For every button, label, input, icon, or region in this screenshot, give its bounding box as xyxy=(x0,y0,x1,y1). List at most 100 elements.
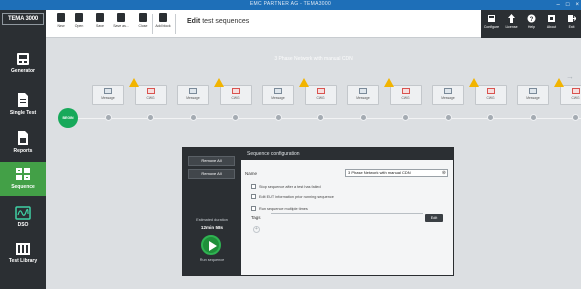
sequence-configuration-dialog: Remove All Remove All Estimated duration… xyxy=(182,147,454,276)
stop-on-fail-checkbox[interactable]: Stop sequence after a test has failed xyxy=(251,184,321,190)
save-button[interactable]: Save xyxy=(91,13,109,28)
warning-icon xyxy=(128,78,139,87)
warning-icon xyxy=(383,78,394,87)
close-window-button[interactable]: × xyxy=(575,1,579,9)
save-as-button[interactable]: Save as... xyxy=(112,13,130,28)
message-block[interactable]: Message xyxy=(177,85,209,105)
estimated-duration-value: 12min 58s xyxy=(200,225,224,230)
help-icon: ? xyxy=(527,14,536,23)
block-label: CWG xyxy=(486,96,495,100)
toolbar-divider xyxy=(152,14,153,34)
new-file-icon xyxy=(57,13,65,22)
tags-label: Tags xyxy=(251,215,261,220)
minimize-button[interactable]: – xyxy=(557,1,560,9)
configure-button[interactable]: Configure xyxy=(482,14,501,29)
brand-logo: TEMA 3000 xyxy=(2,13,44,25)
maximize-button[interactable]: □ xyxy=(566,1,570,9)
add-tag-icon[interactable]: + xyxy=(253,226,260,233)
begin-node[interactable]: BEGIN xyxy=(58,108,78,128)
remove-all-button[interactable]: Remove All xyxy=(188,156,235,166)
dialog-sidebar: Remove All Remove All Estimated duration… xyxy=(183,148,241,275)
checkbox-box xyxy=(251,194,256,199)
exit-icon xyxy=(568,15,576,22)
block-label: Message xyxy=(186,96,200,100)
new-button[interactable]: New xyxy=(52,13,70,28)
page-title: Edit test sequences xyxy=(187,18,250,25)
block-label: Message xyxy=(441,96,455,100)
connector-dot[interactable] xyxy=(232,114,239,121)
block-label: CWG xyxy=(316,96,325,100)
remove-all-button-secondary[interactable]: Remove All xyxy=(188,169,235,179)
exit-button[interactable]: Exit xyxy=(562,14,581,29)
window-titlebar: EMC PARTNER AG - TEMA3000 – □ × xyxy=(0,0,581,10)
close-button[interactable]: Close xyxy=(134,13,152,28)
help-button[interactable]: ? Help xyxy=(522,14,541,29)
cwg-block[interactable]: CWG xyxy=(474,85,507,105)
right-toolbar: Configure License ? Help About Exit xyxy=(481,10,581,38)
edit-tags-button[interactable]: Edit xyxy=(425,214,443,222)
sidebar: TEMA 3000 Generator Single Test Reports xyxy=(0,10,46,289)
run-sequence-button[interactable] xyxy=(201,235,221,255)
license-icon xyxy=(508,14,515,23)
sidebar-item-test-library[interactable]: Test Library xyxy=(0,242,46,264)
connector-dot[interactable] xyxy=(189,114,197,121)
message-block[interactable]: Message xyxy=(262,85,294,105)
message-icon xyxy=(359,88,367,94)
sidebar-item-label: Generator xyxy=(11,68,35,74)
clear-icon[interactable]: ⊗ xyxy=(442,170,446,176)
connector-dot[interactable] xyxy=(402,114,409,121)
connector-dot[interactable] xyxy=(487,114,494,121)
cwg-block[interactable]: CWG xyxy=(134,85,167,105)
block-label: CWG xyxy=(401,96,410,100)
about-icon xyxy=(548,15,555,22)
sequence-name: 3 Phase Network with manual CDN xyxy=(274,56,353,62)
message-block[interactable]: Message xyxy=(92,85,124,105)
connector-dot[interactable] xyxy=(359,114,367,121)
tags-field[interactable] xyxy=(271,213,423,214)
cwg-block[interactable]: CWG xyxy=(389,85,422,105)
connector-dot[interactable] xyxy=(274,114,282,121)
cwg-icon xyxy=(231,88,240,94)
open-folder-icon xyxy=(75,13,83,22)
warning-icon xyxy=(468,78,479,87)
message-block[interactable]: Message xyxy=(517,85,549,105)
connector-dot[interactable] xyxy=(147,114,154,121)
cwg-block[interactable]: CWG xyxy=(304,85,337,105)
configure-icon xyxy=(488,15,495,22)
sidebar-item-generator[interactable]: Generator xyxy=(0,52,46,74)
sidebar-item-reports[interactable]: Reports xyxy=(0,130,46,154)
svg-text:?: ? xyxy=(530,17,534,23)
message-block[interactable]: Message xyxy=(432,85,464,105)
connector-dot[interactable] xyxy=(572,114,579,121)
warning-icon xyxy=(298,78,309,87)
about-button[interactable]: About xyxy=(542,14,561,29)
message-block[interactable]: Message xyxy=(347,85,379,105)
cwg-block[interactable]: CWG xyxy=(559,85,581,105)
play-icon xyxy=(209,241,217,251)
message-icon xyxy=(274,88,282,94)
edit-eut-checkbox[interactable]: Edit EUT information prior running seque… xyxy=(251,194,334,200)
message-icon xyxy=(529,88,537,94)
sidebar-item-dso[interactable]: DSO xyxy=(0,206,46,228)
open-button[interactable]: Open xyxy=(70,13,88,28)
connector-dot[interactable] xyxy=(104,114,112,121)
connector-dot[interactable] xyxy=(529,114,537,121)
connector-dot[interactable] xyxy=(317,114,324,121)
sidebar-item-sequence[interactable]: Sequence xyxy=(0,162,46,196)
connector-dot[interactable] xyxy=(444,114,452,121)
cwg-block[interactable]: CWG xyxy=(219,85,252,105)
sidebar-item-single-test[interactable]: Single Test xyxy=(0,92,46,116)
warning-icon xyxy=(213,78,224,87)
block-label: Message xyxy=(271,96,285,100)
sequence-name-input[interactable]: 3 Phase Network with manual CDN ⊗ xyxy=(345,169,448,177)
name-label: Name xyxy=(245,171,258,176)
close-file-icon xyxy=(139,13,147,22)
cwg-icon xyxy=(316,88,325,94)
add-block-button[interactable]: Add block xyxy=(154,13,172,28)
license-button[interactable]: License xyxy=(502,14,521,29)
sidebar-item-label: DSO xyxy=(17,222,29,228)
run-multiple-checkbox[interactable]: Run sequence multiple times xyxy=(251,206,308,212)
cwg-icon xyxy=(486,88,495,94)
toolbar: New Open Save Save as... Close Add block… xyxy=(46,10,581,38)
sidebar-item-label: Test Library xyxy=(8,258,38,264)
